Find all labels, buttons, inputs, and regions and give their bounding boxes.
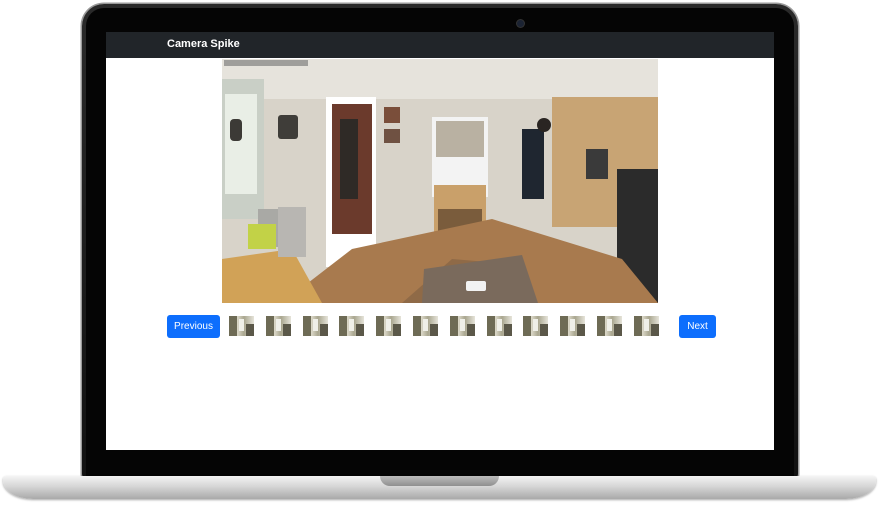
frame-thumbnail[interactable] [449, 316, 475, 336]
webcam-icon [517, 20, 524, 27]
previous-button[interactable]: Previous [167, 315, 220, 338]
frame-thumbnail[interactable] [523, 316, 549, 336]
browser-viewport: Camera Spike Previous Next [106, 32, 774, 450]
laptop-notch [380, 476, 499, 486]
navbar: Camera Spike [106, 32, 774, 58]
frame-thumbnail[interactable] [633, 316, 659, 336]
frame-controls: Previous Next [167, 315, 716, 339]
kitchen-scene-image [222, 59, 658, 303]
next-button[interactable]: Next [679, 315, 716, 338]
frame-thumbnail[interactable] [229, 316, 254, 336]
thumbnail-strip [229, 316, 661, 336]
frame-thumbnail[interactable] [413, 316, 438, 336]
frame-thumbnail[interactable] [339, 316, 365, 336]
frame-thumbnail[interactable] [376, 316, 402, 336]
navbar-brand[interactable]: Camera Spike [167, 38, 240, 50]
frame-thumbnail[interactable] [265, 316, 291, 336]
frame-thumbnail[interactable] [486, 316, 512, 336]
frame-thumbnail[interactable] [302, 316, 328, 336]
camera-frame-image [222, 59, 658, 303]
frame-thumbnail[interactable] [560, 316, 586, 336]
frame-thumbnail[interactable] [597, 316, 622, 336]
